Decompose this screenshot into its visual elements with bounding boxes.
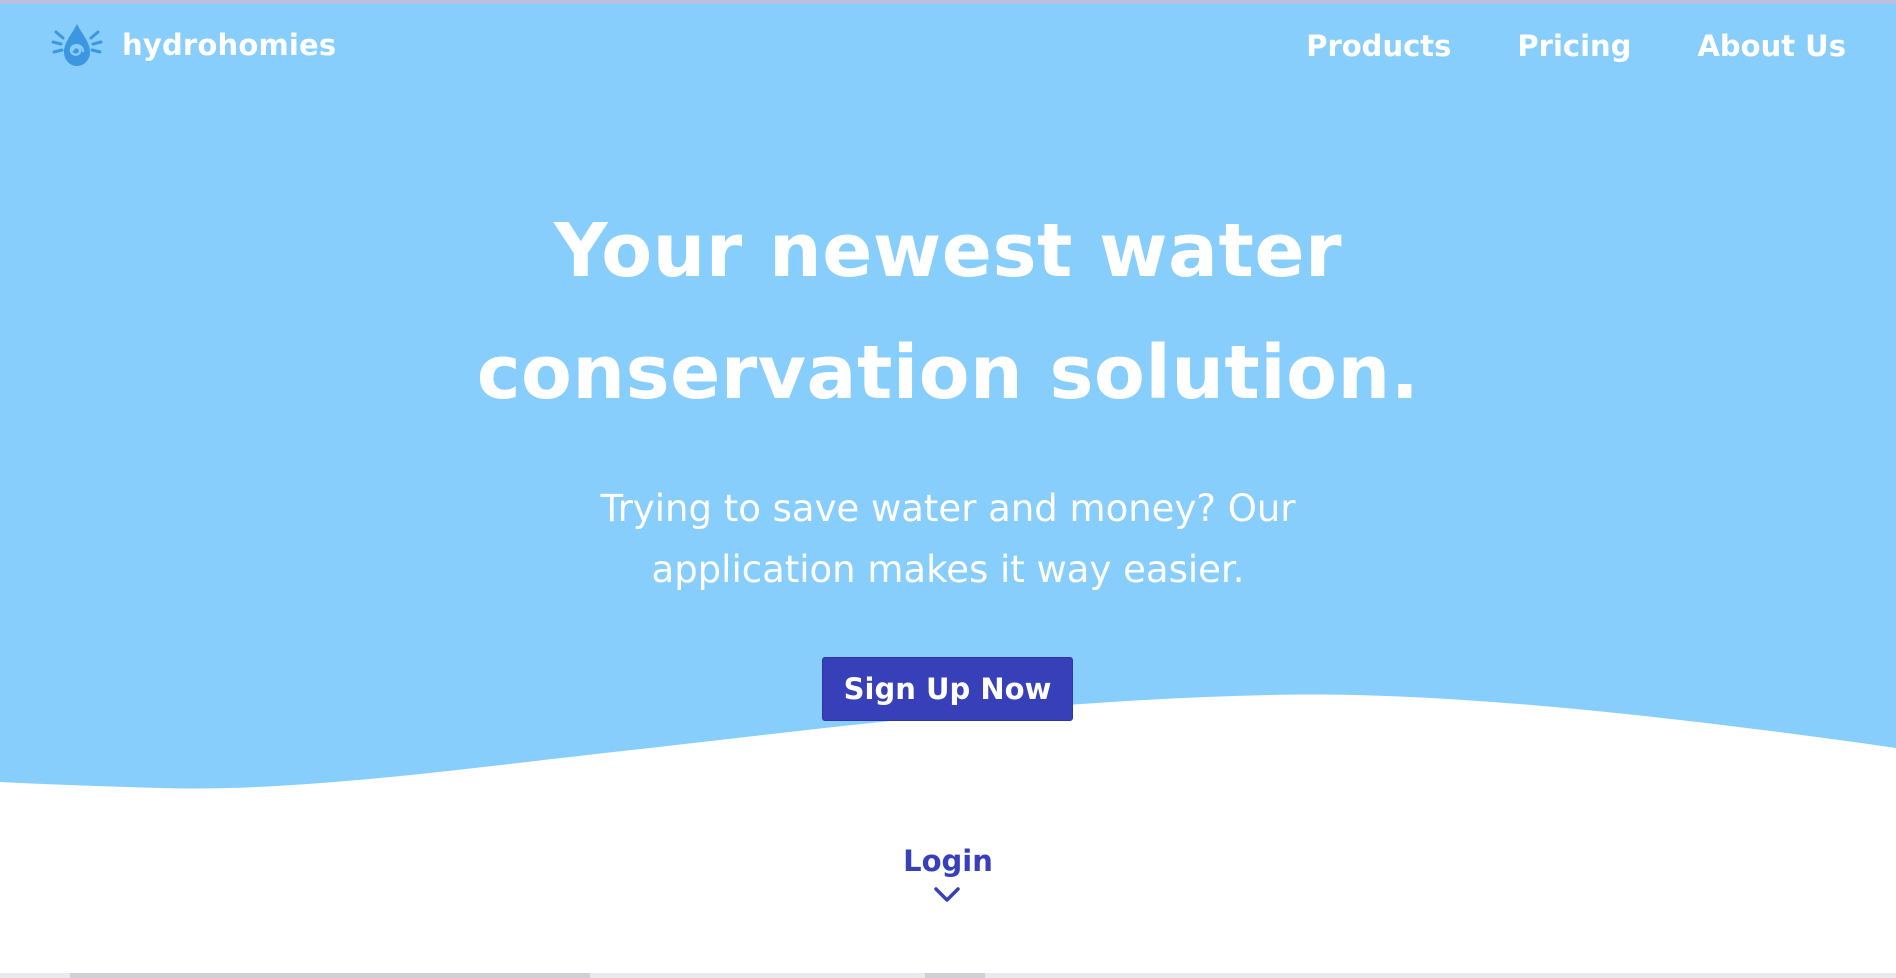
water-drop-logo-icon bbox=[51, 24, 103, 66]
landing-page: hydrohomies Products Pricing About Us Yo… bbox=[0, 0, 1896, 978]
top-navbar: hydrohomies Products Pricing About Us bbox=[0, 4, 1896, 90]
bottom-scroll-edge bbox=[0, 973, 1896, 978]
hero-subtitle-line-2: application makes it way easier. bbox=[651, 548, 1245, 591]
brand-name: hydrohomies bbox=[122, 28, 337, 62]
hero-title-line-2: conservation solution. bbox=[476, 330, 1420, 416]
sign-up-button[interactable]: Sign Up Now bbox=[822, 657, 1073, 721]
hero-subtitle: Trying to save water and money? Our appl… bbox=[573, 478, 1323, 600]
hero-title: Your newest water conservation solution. bbox=[448, 190, 1448, 434]
hero-title-line-1: Your newest water bbox=[553, 208, 1343, 294]
hero-subtitle-line-1: Trying to save water and money? Our bbox=[600, 487, 1296, 530]
login-link[interactable]: Login bbox=[848, 844, 1048, 878]
chevron-down-icon[interactable] bbox=[932, 884, 962, 906]
nav-link-pricing[interactable]: Pricing bbox=[1517, 29, 1631, 63]
nav-link-about-us[interactable]: About Us bbox=[1697, 29, 1846, 63]
nav-links: Products Pricing About Us bbox=[1306, 29, 1846, 63]
nav-link-products[interactable]: Products bbox=[1306, 29, 1451, 63]
brand[interactable]: hydrohomies bbox=[50, 22, 336, 68]
window-top-border bbox=[0, 0, 1896, 4]
